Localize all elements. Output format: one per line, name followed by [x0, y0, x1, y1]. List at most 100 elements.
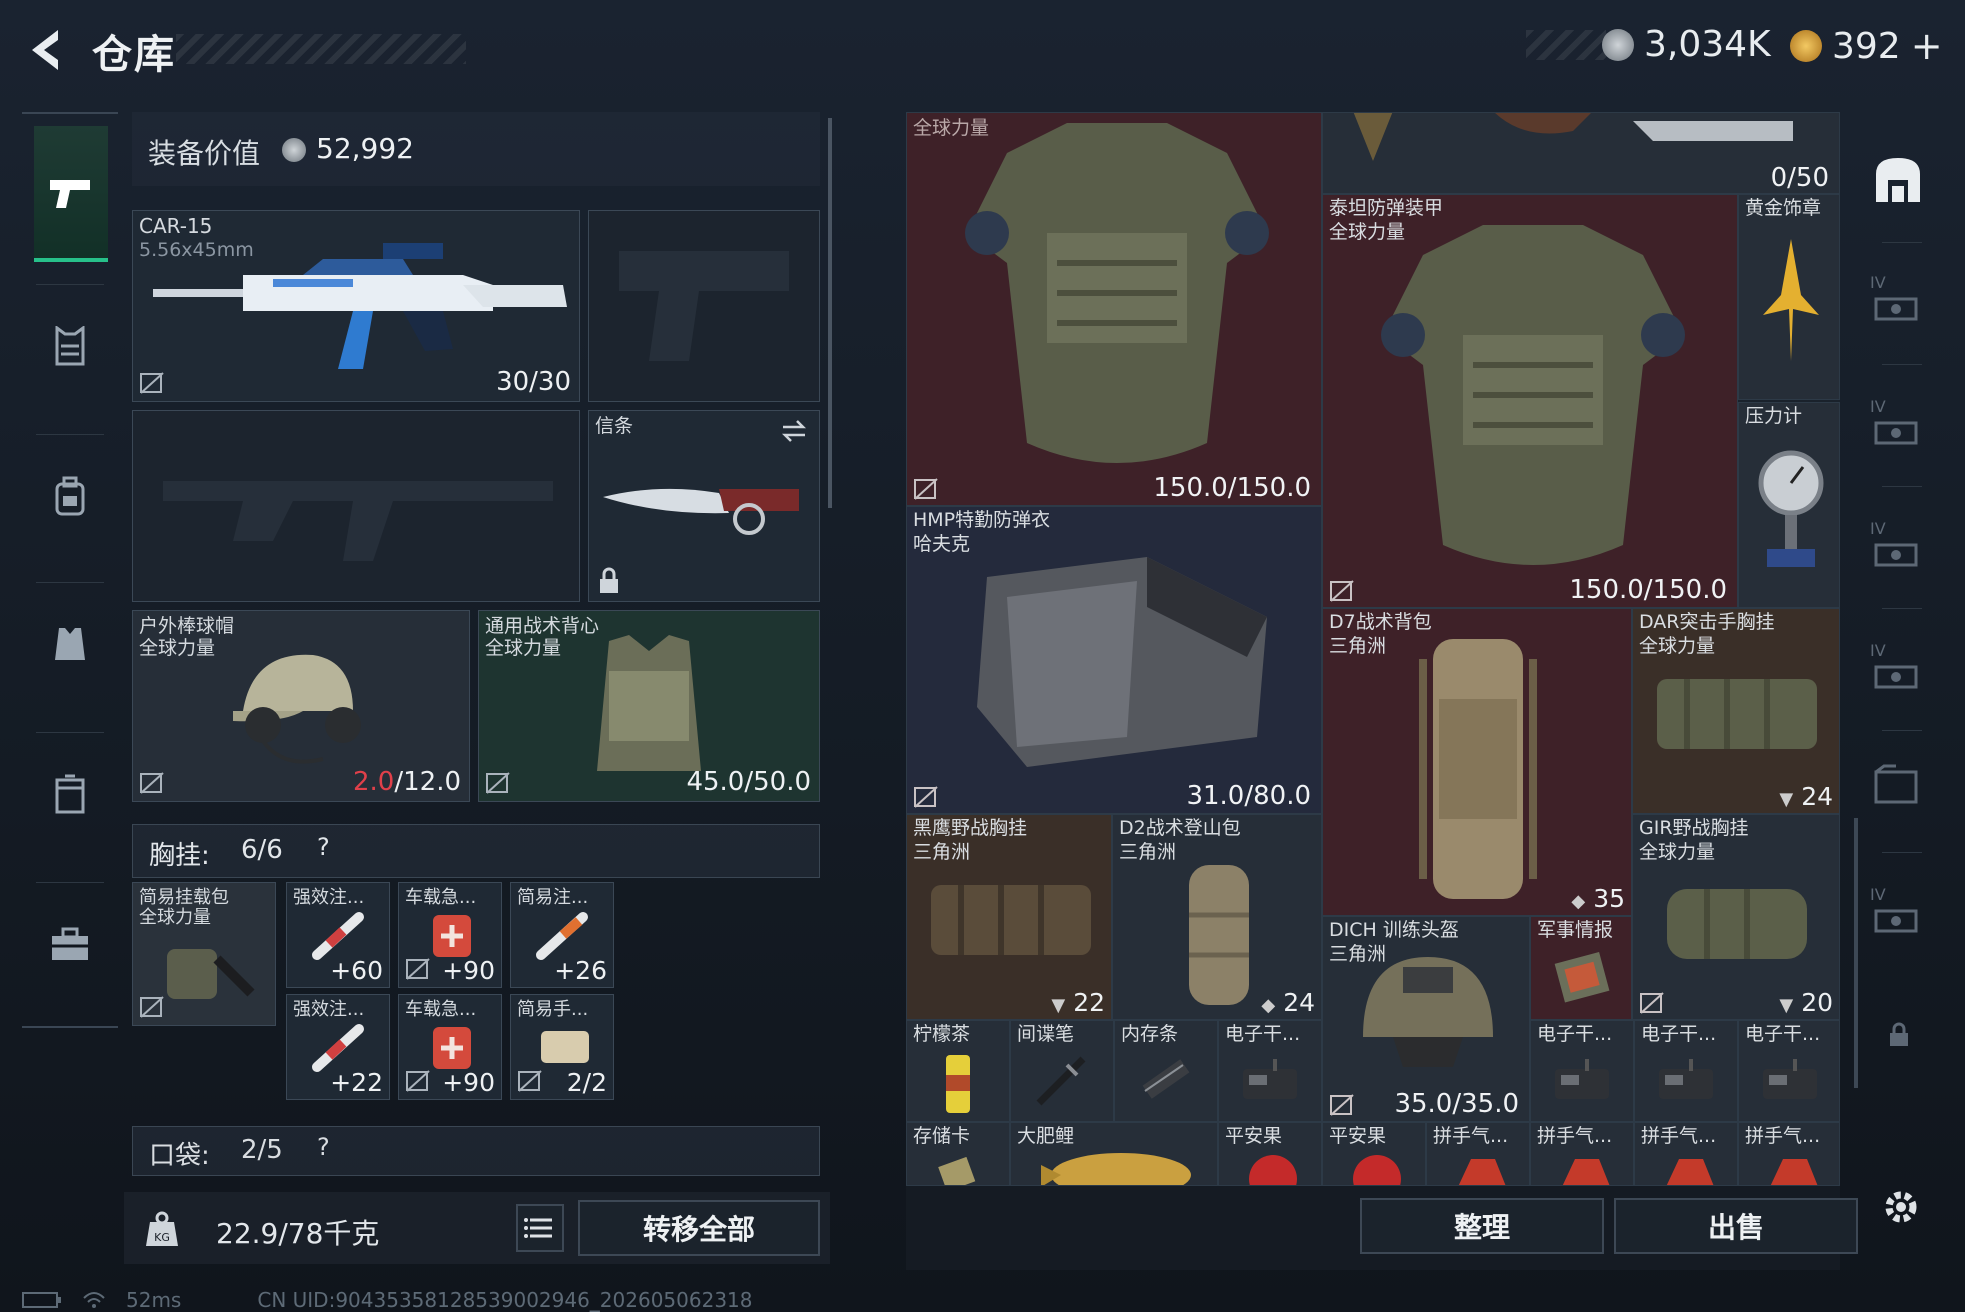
rig-item-stim[interactable]: 强效注... +22 — [286, 994, 390, 1100]
stash-item-red-packet[interactable]: 拼手气... — [1426, 1122, 1530, 1186]
nav-chest-rig[interactable] — [34, 608, 106, 680]
item-capacity: ▼ 24 — [1779, 782, 1833, 811]
stash-tab-2[interactable]: IV — [1870, 272, 1934, 324]
knife-image — [603, 488, 799, 535]
stash-item-dar-rig[interactable]: DAR突击手胸挂 全球力量 ▼ 24 — [1632, 608, 1840, 814]
stash-item-titan-armor[interactable]: 泰坦防弹装甲 全球力量 150.0/150.0 — [1322, 194, 1738, 608]
nav-supplies[interactable] — [34, 908, 106, 980]
stash-tab-5[interactable]: IV — [1870, 640, 1934, 692]
transfer-all-button[interactable]: 转移全部 — [578, 1200, 820, 1256]
loadout-panel: 装备价值 52,992 CAR-15 5.56x45mm 30/30 信条 户外… — [124, 112, 832, 1264]
stash-item-spy-pen[interactable]: 间谍笔 — [1010, 1020, 1114, 1122]
briefcase-icon — [52, 927, 88, 960]
stash-item-carp[interactable]: 大肥鲤 — [1010, 1122, 1218, 1186]
stash-tab-7[interactable]: IV — [1870, 884, 1934, 936]
ping-value: 52ms — [126, 1288, 182, 1312]
item-name: 车载急... — [405, 887, 477, 908]
stash-item-hmp-vest[interactable]: HMP特勤防弹衣 哈夫克 31.0/80.0 — [906, 506, 1322, 814]
help-icon[interactable]: ? — [317, 833, 345, 867]
gold-currency[interactable]: 392 + — [1790, 24, 1943, 68]
no-insure-icon — [913, 785, 939, 809]
stash-item-d2-backpack[interactable]: D2战术登山包 三角洲 ◆ 24 — [1112, 814, 1322, 1020]
vest-image — [597, 635, 701, 771]
stash-item-ecm[interactable]: 电子干... — [1634, 1020, 1738, 1122]
stash-item-red-packet[interactable]: 拼手气... — [1738, 1122, 1840, 1186]
rig-item-medkit[interactable]: 车载急... +90 — [398, 994, 502, 1100]
swap-icon[interactable] — [779, 419, 809, 443]
stash-weapon-row[interactable]: 0/50 — [1322, 112, 1840, 194]
stash-item-ram[interactable]: 内存条 — [1114, 1020, 1218, 1122]
rig-item-medkit[interactable]: 车载急... +90 — [398, 882, 502, 988]
stash-item-lemon-tea[interactable]: 柠檬茶 — [906, 1020, 1010, 1122]
silver-currency[interactable]: 3,034K — [1602, 24, 1771, 65]
item-faction: 全球力量 — [139, 907, 211, 928]
item-name: 电子干... — [1745, 1023, 1821, 1045]
electronic-device-image — [1659, 1059, 1713, 1099]
rig-container-item[interactable]: 简易挂载包 全球力量 — [132, 882, 276, 1026]
back-button[interactable] — [22, 24, 70, 76]
stash-item-apple[interactable]: 平安果 — [1322, 1122, 1426, 1186]
nav-armor[interactable] — [34, 310, 106, 382]
stash-item-apple[interactable]: 平安果 — [1218, 1122, 1322, 1186]
help-icon[interactable]: ? — [317, 1133, 330, 1161]
no-insure-icon — [517, 1069, 543, 1093]
stash-item-gir-rig[interactable]: GIR野战胸挂 全球力量 ▼ 20 — [1632, 814, 1840, 1020]
helmet-slot[interactable]: 户外棒球帽 全球力量 2.0/12.0 — [132, 610, 470, 802]
nav-containers[interactable] — [34, 758, 106, 830]
stash-item-ecm[interactable]: 电子干... — [1738, 1020, 1840, 1122]
ram-image — [1142, 1059, 1190, 1099]
stash-tab-4[interactable]: IV — [1870, 518, 1934, 570]
item-faction: 全球力量 — [1639, 635, 1716, 657]
stash-scrollbar[interactable] — [1854, 818, 1858, 1088]
stash-item-military-intel[interactable]: 军事情报 — [1530, 916, 1632, 1020]
list-icon — [524, 1218, 552, 1238]
electronic-device-image — [1243, 1059, 1297, 1099]
nav-backpack[interactable] — [34, 460, 106, 532]
secondary-weapon-slot-empty[interactable] — [132, 410, 580, 602]
no-insure-icon — [1329, 579, 1355, 603]
stash-item-memory-card[interactable]: 存储卡 — [906, 1122, 1010, 1186]
rig-item-stim[interactable]: 强效注... +60 — [286, 882, 390, 988]
stash-item-gold-badge[interactable]: 黄金饰章 — [1738, 194, 1840, 400]
stash-item-ecm[interactable]: 电子干... — [1218, 1020, 1322, 1122]
nav-weapons[interactable] — [34, 126, 108, 262]
melee-slot[interactable]: 信条 — [588, 410, 820, 602]
loadout-scrollbar[interactable] — [828, 118, 832, 508]
rig-item-injector[interactable]: 简易注... +26 — [510, 882, 614, 988]
fish-image — [1041, 1153, 1191, 1185]
add-gold-button[interactable]: + — [1911, 24, 1943, 68]
rig-icon — [55, 628, 85, 660]
stash-tab-main[interactable] — [1870, 152, 1934, 204]
item-name: 拼手气... — [1537, 1125, 1613, 1147]
sort-button[interactable]: 整理 — [1360, 1198, 1604, 1254]
injector-image — [536, 912, 588, 960]
settings-button[interactable] — [1878, 1184, 1924, 1230]
silver-coin-icon — [1602, 28, 1634, 61]
list-view-button[interactable] — [516, 1204, 564, 1252]
sell-button[interactable]: 出售 — [1614, 1198, 1858, 1254]
sidearm-slot-empty[interactable] — [588, 210, 820, 402]
stash-item-blackhawk-rig[interactable]: 黑鹰野战胸挂 三角洲 ▼ 22 — [906, 814, 1112, 1020]
stash-item-ecm[interactable]: 电子干... — [1530, 1020, 1634, 1122]
stash-item-dich-helmet[interactable]: DICH 训练头盔 三角洲 35.0/35.0 — [1322, 916, 1530, 1122]
stash-item-heavy-armor[interactable]: 全球力量 150.0/150.0 — [906, 112, 1322, 506]
stash-tab-3[interactable]: IV — [1870, 396, 1934, 448]
chest-rig-count: 6/6 — [241, 835, 283, 865]
item-name: 压力计 — [1745, 405, 1803, 427]
status-bar: 52ms CN UID:9043535812853900​2946_202605… — [22, 1288, 753, 1312]
item-name: 拼手气... — [1433, 1125, 1509, 1147]
card-image — [938, 1157, 976, 1185]
armor-slot[interactable]: 通用战术背心 全球力量 45.0/50.0 — [478, 610, 820, 802]
stash-tab-locked[interactable] — [1888, 1022, 1952, 1074]
stash-item-d7-backpack[interactable]: D7战术背包 三角洲 ◆ 35 — [1322, 608, 1632, 916]
rig-item-bandage[interactable]: 简易手... 2/2 — [510, 994, 614, 1100]
item-name: 大肥鲤 — [1017, 1125, 1075, 1147]
helmet-name: 户外棒球帽 — [139, 615, 235, 637]
stash-item-pressure-gauge[interactable]: 压力计 — [1738, 402, 1840, 608]
armor-vest-icon — [55, 326, 85, 366]
red-packet-image — [1666, 1159, 1714, 1185]
stash-item-red-packet[interactable]: 拼手气... — [1530, 1122, 1634, 1186]
primary-weapon-slot[interactable]: CAR-15 5.56x45mm 30/30 — [132, 210, 580, 402]
stash-tab-6[interactable] — [1870, 762, 1934, 814]
stash-item-red-packet[interactable]: 拼手气... — [1634, 1122, 1738, 1186]
